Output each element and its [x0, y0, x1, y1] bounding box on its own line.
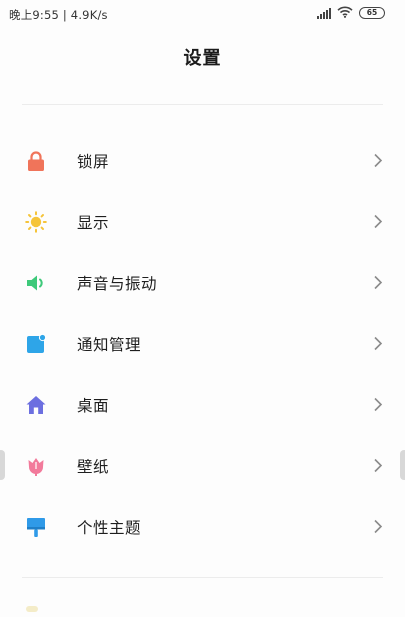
- notification-icon: [25, 333, 47, 355]
- settings-item-notifications[interactable]: 通知管理: [0, 313, 405, 374]
- header-divider: [22, 104, 383, 105]
- next-item-icon-partial: [26, 606, 38, 612]
- settings-item-sound-vibration[interactable]: 声音与振动: [0, 252, 405, 313]
- chevron-right-icon: [373, 458, 383, 473]
- wifi-icon: [337, 6, 353, 21]
- chevron-right-icon: [373, 336, 383, 351]
- settings-item-label: 声音与振动: [77, 275, 158, 293]
- settings-item-label: 个性主题: [77, 519, 142, 537]
- settings-item-display[interactable]: 显示: [0, 191, 405, 252]
- chevron-right-icon: [373, 153, 383, 168]
- lock-icon: [25, 150, 47, 172]
- chevron-right-icon: [373, 397, 383, 412]
- settings-item-themes[interactable]: 个性主题: [0, 496, 405, 557]
- sun-icon: [25, 211, 47, 233]
- settings-screen: 晚上9:55 | 4.9K/s 65 设置 锁屏 显示 声音与振动 通知管理 桌…: [0, 0, 405, 617]
- settings-item-label: 锁屏: [77, 153, 110, 171]
- paint-brush-icon: [25, 516, 47, 538]
- settings-item-label: 通知管理: [77, 336, 142, 354]
- settings-item-home-screen[interactable]: 桌面: [0, 374, 405, 435]
- signal-icon: [317, 7, 331, 19]
- tulip-icon: [25, 455, 47, 477]
- settings-item-label: 桌面: [77, 397, 110, 415]
- chevron-right-icon: [373, 275, 383, 290]
- settings-list: 锁屏 显示 声音与振动 通知管理 桌面 壁纸 个性主题: [0, 130, 405, 557]
- settings-item-label: 显示: [77, 214, 110, 232]
- section-divider: [22, 577, 383, 578]
- speaker-icon: [25, 272, 47, 294]
- status-bar: 晚上9:55 | 4.9K/s 65: [0, 0, 405, 26]
- status-time: 晚上9:55 | 4.9K/s: [9, 8, 108, 22]
- chevron-right-icon: [373, 214, 383, 229]
- settings-item-wallpaper[interactable]: 壁纸: [0, 435, 405, 496]
- edge-handle-left: [0, 450, 5, 480]
- chevron-right-icon: [373, 519, 383, 534]
- settings-item-lock-screen[interactable]: 锁屏: [0, 130, 405, 191]
- battery-icon: 65: [359, 7, 385, 19]
- edge-handle-right: [400, 450, 405, 480]
- home-icon: [25, 394, 47, 416]
- settings-item-label: 壁纸: [77, 458, 110, 476]
- page-title: 设置: [183, 48, 222, 69]
- status-icons: 65: [317, 6, 385, 20]
